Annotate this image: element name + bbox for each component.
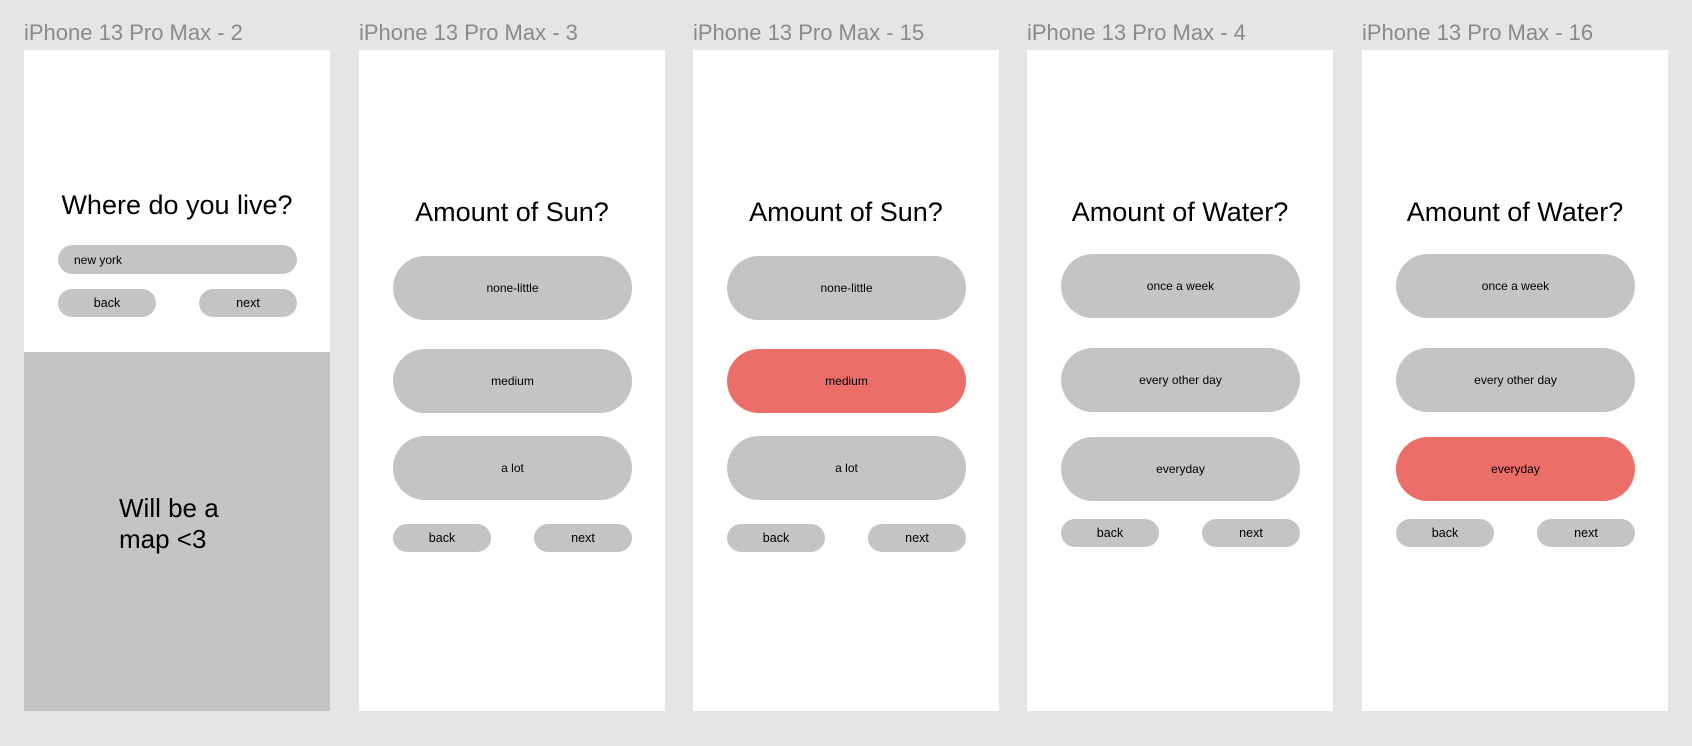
frame-label-2: iPhone 13 Pro Max - 2	[24, 20, 243, 45]
frame-sun-amount: Amount of Sun? none-little medium a lot …	[359, 50, 665, 711]
next-button[interactable]: next	[534, 524, 632, 552]
frame-sun-amount-selected: Amount of Sun? none-little medium a lot …	[693, 50, 999, 711]
page-title: Amount of Water?	[1406, 197, 1624, 227]
page-title: Amount of Water?	[1071, 197, 1289, 227]
location-input[interactable]: new york	[58, 245, 297, 274]
back-button[interactable]: back	[1061, 519, 1159, 547]
next-button[interactable]: next	[1202, 519, 1300, 547]
option-every-other-day[interactable]: every other day	[1396, 348, 1635, 412]
frame-label-3: iPhone 13 Pro Max - 3	[359, 20, 578, 45]
frame-water-amount: Amount of Water? once a week every other…	[1027, 50, 1333, 711]
option-everyday-selected[interactable]: everyday	[1396, 437, 1635, 501]
frame-water-amount-selected: Amount of Water? once a week every other…	[1362, 50, 1668, 711]
option-everyday[interactable]: everyday	[1061, 437, 1300, 501]
option-medium[interactable]: medium	[393, 349, 632, 413]
option-once-a-week[interactable]: once a week	[1396, 254, 1635, 318]
frame-where-do-you-live: Where do you live? new york back next Wi…	[24, 50, 330, 711]
option-none-little[interactable]: none-little	[727, 256, 966, 320]
back-button[interactable]: back	[1396, 519, 1494, 547]
back-button[interactable]: back	[58, 289, 156, 317]
option-every-other-day[interactable]: every other day	[1061, 348, 1300, 412]
back-button[interactable]: back	[727, 524, 825, 552]
option-once-a-week[interactable]: once a week	[1061, 254, 1300, 318]
frame-label-16: iPhone 13 Pro Max - 16	[1362, 20, 1594, 45]
back-button[interactable]: back	[393, 524, 491, 552]
next-button[interactable]: next	[199, 289, 297, 317]
option-none-little[interactable]: none-little	[393, 256, 632, 320]
option-a-lot[interactable]: a lot	[393, 436, 632, 500]
page-title: Amount of Sun?	[415, 197, 609, 227]
next-button[interactable]: next	[868, 524, 966, 552]
page-title: Where do you live?	[61, 190, 293, 220]
map-placeholder: Will be a map <3	[24, 352, 330, 711]
frame-label-4: iPhone 13 Pro Max - 4	[1027, 20, 1246, 45]
page-title: Amount of Sun?	[749, 197, 943, 227]
next-button[interactable]: next	[1537, 519, 1635, 547]
map-placeholder-text: Will be a map <3	[119, 493, 219, 554]
option-a-lot[interactable]: a lot	[727, 436, 966, 500]
frame-label-15: iPhone 13 Pro Max - 15	[693, 20, 925, 45]
option-medium-selected[interactable]: medium	[727, 349, 966, 413]
